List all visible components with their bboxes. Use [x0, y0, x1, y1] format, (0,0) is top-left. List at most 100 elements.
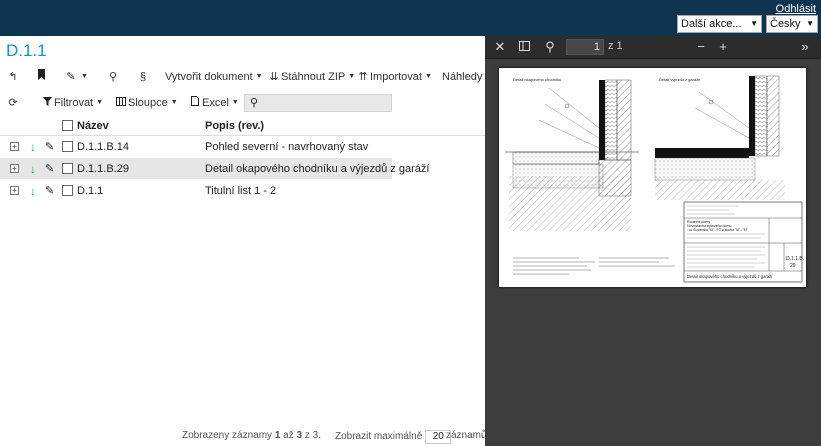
chevron-down-icon: ▼ — [348, 73, 356, 81]
chevron-down-icon: ▼ — [170, 99, 178, 107]
expand-icon[interactable]: + — [10, 186, 19, 195]
records-summary-prefix: Zobrazeny záznamy — [182, 430, 273, 441]
sort-download-icon: ⇊ — [269, 71, 279, 83]
more-actions-select[interactable]: Další akce... ▼ — [677, 15, 762, 33]
table-row[interactable]: + ↓ ✎ D.1.1 Titulní list 1 - 2 — [0, 180, 485, 202]
expand-icon[interactable]: + — [10, 142, 19, 151]
chevron-down-icon: ▼ — [81, 73, 88, 81]
chevron-down-icon: ▼ — [231, 99, 239, 107]
columns-icon — [114, 95, 128, 111]
documents-table: Název Popis (rev.) + ↓ ✎ D.1.1.B.14 Pohled s… — [0, 116, 485, 202]
row-checkbox[interactable] — [62, 185, 73, 196]
row-name[interactable]: D.1.1.B.29 — [77, 158, 129, 180]
plus-icon: + — [719, 39, 727, 54]
row-description: Pohled severní - navrhovaný stav — [205, 141, 369, 153]
create-document-label: Vytvořit dokument — [165, 71, 253, 83]
pencil-icon[interactable]: ✎ — [45, 136, 54, 158]
download-zip-button[interactable]: ⇊ Stáhnout ZIP ▼ — [267, 69, 355, 85]
pdf-search-button[interactable]: ⚲ — [541, 39, 559, 55]
column-header-description[interactable]: Popis (rev.) — [205, 116, 264, 136]
import-label: Importovat — [370, 71, 422, 83]
pdf-viewer: ✕ ⚲ 1 z 1 − + » Detail okapového chodník… — [485, 36, 821, 446]
drawing-right-title: Detail výjezdu z garáže — [659, 77, 701, 82]
zoom-in-button[interactable]: + — [714, 39, 732, 55]
max-records-suffix: záznamů. — [446, 430, 490, 441]
bookmark-icon — [34, 69, 48, 85]
more-actions-select-value: Další akce... — [681, 18, 742, 30]
table-header: Název Popis (rev.) — [0, 116, 485, 136]
pencil-icon[interactable]: ✎ — [45, 180, 54, 202]
page-title: D.1.1 — [6, 41, 47, 60]
main-toolbar: ↰ ✎ ▼ ⚲ § Vytvořit dokument ▼ ⇊ Stáhnout ZI… — [0, 66, 485, 88]
refresh-icon: ⟳ — [8, 97, 18, 109]
chevron-down-icon: ▼ — [424, 73, 432, 81]
title-block: Rodinné domy Novostavba bytového domu - … — [683, 201, 804, 283]
search-button[interactable]: ⚲ — [106, 69, 120, 85]
page-count: z 1 — [608, 40, 623, 52]
chevron-down-icon: ▼ — [96, 99, 104, 107]
download-arrow-icon[interactable]: ↓ — [30, 158, 36, 180]
download-arrow-icon[interactable]: ↓ — [30, 136, 36, 158]
title-block-number: 29 — [790, 263, 796, 269]
document-list-panel: D.1.1 ↰ ✎ ▼ ⚲ § Vytvořit dokument ▼ ⇊ Stáhn… — [0, 36, 489, 446]
select-all-checkbox[interactable] — [62, 120, 73, 131]
title-block-code: D.1.1.B. — [786, 256, 804, 262]
create-document-button[interactable]: Vytvořit dokument ▼ — [165, 69, 263, 85]
expand-icon[interactable]: + — [10, 164, 19, 173]
chevron-down-icon: ▼ — [255, 73, 263, 81]
close-icon: ✕ — [494, 39, 506, 54]
top-header: Odhlásit Další akce... ▼ Česky ▼ — [0, 0, 821, 36]
records-of-word: z — [304, 430, 310, 441]
previews-label: Náhledy — [442, 71, 483, 83]
table-row[interactable]: + ↓ ✎ D.1.1.B.14 Pohled severní - navrhovaný… — [0, 136, 485, 158]
section-button[interactable]: § — [136, 69, 150, 85]
chevron-down-icon: ▼ — [750, 19, 758, 28]
title-block-line3: - ul. Slovanská "M" - EO a stavba "M" - … — [687, 228, 748, 232]
edit-menu-button[interactable]: ✎ ▼ — [64, 69, 88, 85]
import-button[interactable]: ⇈ Importovat ▼ — [356, 69, 432, 85]
records-from: 1 — [274, 430, 281, 441]
close-viewer-button[interactable]: ✕ — [491, 39, 509, 55]
search-input[interactable]: ⚲ — [244, 94, 392, 112]
list-toolbar: ⟳ Filtrovat ▼ Sloupce ▼ Excel ▼ ⚲ — [0, 92, 485, 114]
logout-link[interactable]: Odhlásit — [776, 3, 816, 15]
search-icon: ⚲ — [545, 39, 555, 54]
row-name[interactable]: D.1.1.B.14 — [77, 136, 129, 158]
language-select-value: Česky — [770, 18, 801, 30]
bookmark-button[interactable] — [34, 69, 48, 85]
refresh-button[interactable]: ⟳ — [6, 95, 20, 111]
language-select[interactable]: Česky ▼ — [766, 15, 818, 33]
max-records-control: Zobrazit maximálně 20 — [335, 430, 454, 444]
section-icon: § — [139, 71, 147, 83]
download-arrow-icon[interactable]: ↓ — [30, 180, 36, 202]
row-checkbox[interactable] — [62, 163, 73, 174]
pdf-toolbar: ✕ ⚲ 1 z 1 − + » — [485, 36, 821, 59]
sidebar-toggle-button[interactable] — [515, 39, 533, 55]
import-icon: ⇈ — [358, 71, 368, 83]
row-description: Titulní list 1 - 2 — [205, 185, 277, 197]
search-icon: ⚲ — [108, 71, 118, 83]
columns-button[interactable]: Sloupce ▼ — [114, 95, 178, 111]
excel-button[interactable]: Excel ▼ — [188, 95, 239, 111]
records-to-word: až — [283, 430, 294, 441]
pdf-page: Detail okapového chodníku Detail výjezdu… — [499, 68, 806, 287]
max-records-label: Zobrazit maximálně — [335, 431, 423, 442]
sidebar-icon — [518, 39, 530, 54]
download-zip-label: Stáhnout ZIP — [281, 71, 346, 83]
more-tools-button[interactable]: » — [796, 39, 814, 55]
filter-button[interactable]: Filtrovat ▼ — [40, 95, 103, 111]
columns-label: Sloupce — [128, 97, 168, 109]
page-number-input[interactable]: 1 — [566, 39, 604, 55]
zoom-out-button[interactable]: − — [692, 39, 710, 55]
document-icon — [188, 95, 202, 111]
records-total: 3. — [312, 430, 321, 441]
column-header-name[interactable]: Název — [77, 116, 109, 136]
table-row[interactable]: + ↓ ✎ D.1.1.B.29 Detail okapového chodníku a… — [0, 158, 429, 180]
pencil-icon[interactable]: ✎ — [45, 158, 54, 180]
row-name[interactable]: D.1.1 — [77, 180, 103, 202]
previews-button[interactable]: Náhledy — [442, 69, 482, 85]
title-block-caption: Detail okapového chodníku a výjezdů z ga… — [687, 274, 773, 279]
back-button[interactable]: ↰ — [6, 69, 20, 85]
row-description: Detail okapového chodníku a výjezdů z ga… — [205, 163, 430, 175]
row-checkbox[interactable] — [62, 141, 73, 152]
